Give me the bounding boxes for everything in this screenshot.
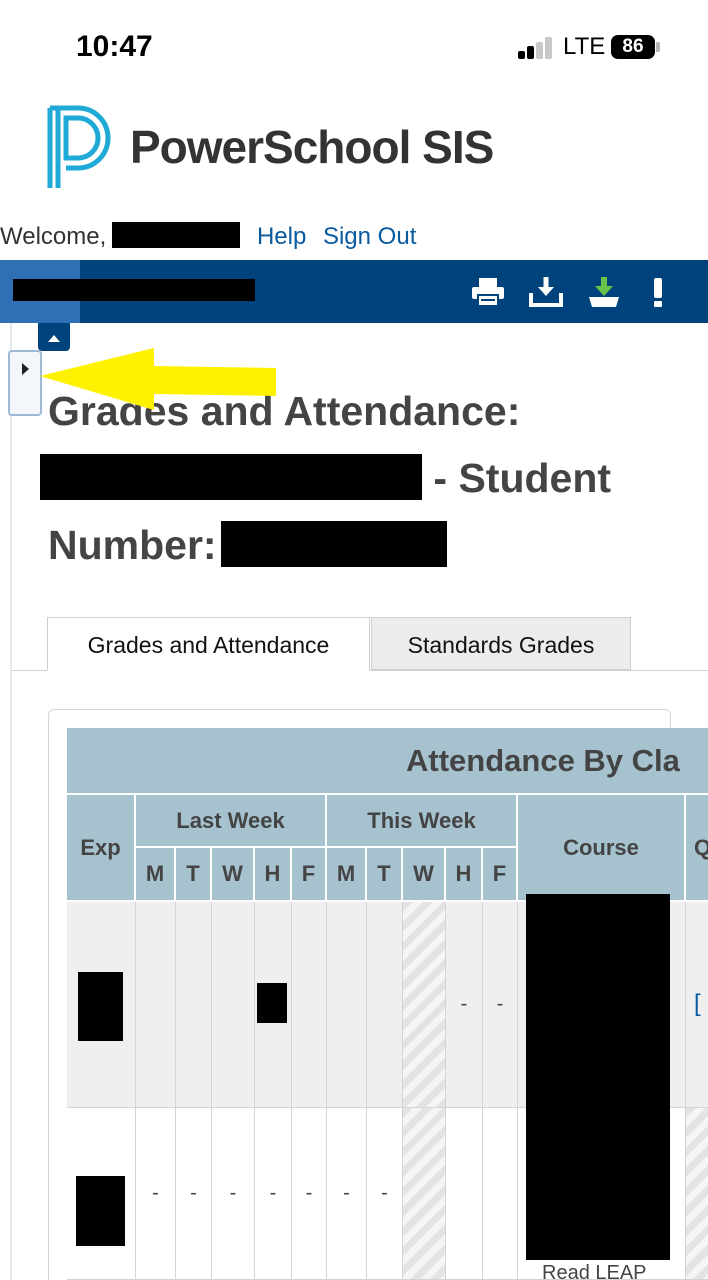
table-cell-next bbox=[686, 1108, 708, 1280]
course-name-fragment: Read LEAP bbox=[542, 1262, 647, 1280]
grade-link[interactable]: [ bbox=[694, 990, 701, 1018]
redacted-exp bbox=[76, 1176, 125, 1246]
table-cell-today[interactable] bbox=[403, 902, 446, 1108]
table-cell[interactable]: - bbox=[327, 1108, 367, 1280]
day-header: M bbox=[327, 848, 367, 902]
day-header: T bbox=[367, 848, 403, 902]
redacted-student-name bbox=[40, 454, 422, 500]
day-header: W bbox=[212, 848, 255, 902]
table-cell-today[interactable] bbox=[403, 1108, 446, 1280]
redacted-school-name bbox=[13, 279, 255, 301]
table-cell[interactable] bbox=[176, 902, 212, 1108]
battery-icon: 86 bbox=[611, 35, 655, 59]
day-header: H bbox=[446, 848, 483, 902]
day-header: F bbox=[483, 848, 518, 902]
download-icon[interactable] bbox=[528, 275, 564, 309]
day-header: F bbox=[292, 848, 327, 902]
expand-sidebar-button[interactable] bbox=[8, 350, 42, 416]
sign-out-link[interactable]: Sign Out bbox=[323, 223, 416, 250]
alert-icon[interactable] bbox=[640, 275, 676, 309]
day-header: W bbox=[403, 848, 446, 902]
redacted-student-number bbox=[220, 521, 447, 567]
tab-standards-grades[interactable]: Standards Grades bbox=[371, 617, 631, 670]
powerschool-logo-icon bbox=[47, 105, 111, 188]
day-header: H bbox=[255, 848, 292, 902]
redacted-attendance-code bbox=[257, 983, 287, 1023]
title-line-3: Number: bbox=[48, 512, 688, 579]
yellow-arrow-icon bbox=[40, 348, 276, 410]
table-cell[interactable]: - bbox=[212, 1108, 255, 1280]
table-cell[interactable]: - bbox=[483, 902, 518, 1108]
day-header: T bbox=[176, 848, 212, 902]
battery-tip bbox=[656, 42, 660, 52]
table-cell[interactable] bbox=[483, 1108, 518, 1280]
status-bar: 10:47 LTE 86 bbox=[0, 0, 708, 95]
table-cell[interactable]: - bbox=[292, 1108, 327, 1280]
redacted-course bbox=[526, 894, 670, 1260]
help-link[interactable]: Help bbox=[257, 223, 306, 250]
table-cell[interactable] bbox=[367, 902, 403, 1108]
sidebar-edge bbox=[10, 323, 12, 1280]
tab-grades-and-attendance[interactable]: Grades and Attendance bbox=[47, 617, 370, 671]
title-student-label: - Student bbox=[433, 455, 612, 501]
title-number-label: Number: bbox=[48, 522, 217, 568]
welcome-row: Welcome, Help Sign Out bbox=[0, 222, 416, 251]
download-green-icon[interactable] bbox=[586, 275, 622, 309]
table-cell[interactable]: - bbox=[367, 1108, 403, 1280]
table-cell[interactable]: - bbox=[446, 902, 483, 1108]
table-cell[interactable] bbox=[446, 1108, 483, 1280]
table-cell[interactable] bbox=[136, 902, 176, 1108]
redacted-exp bbox=[78, 972, 123, 1041]
header-last-week: Last Week bbox=[136, 795, 327, 848]
printer-icon[interactable] bbox=[470, 275, 506, 309]
header-next-column: Q bbox=[686, 795, 708, 902]
brand-name: PowerSchool SIS bbox=[130, 121, 494, 173]
table-caption: Attendance By Cla bbox=[67, 728, 708, 795]
title-line-2: - Student bbox=[40, 445, 688, 512]
table-cell[interactable] bbox=[292, 902, 327, 1108]
header-exp: Exp bbox=[67, 795, 136, 902]
table-cell[interactable] bbox=[327, 902, 367, 1108]
table-cell[interactable]: - bbox=[136, 1108, 176, 1280]
table-cell[interactable]: - bbox=[176, 1108, 212, 1280]
header-this-week: This Week bbox=[327, 795, 518, 848]
collapse-header-button[interactable] bbox=[38, 323, 70, 351]
redacted-user-name bbox=[112, 222, 241, 248]
welcome-label: Welcome, bbox=[0, 223, 107, 250]
signal-icon bbox=[518, 37, 554, 59]
header-course: Course bbox=[518, 795, 686, 902]
day-header: M bbox=[136, 848, 176, 902]
table-cell[interactable]: - bbox=[255, 1108, 292, 1280]
status-time: 10:47 bbox=[76, 30, 153, 63]
table-cell[interactable] bbox=[212, 902, 255, 1108]
network-label: LTE bbox=[563, 33, 606, 60]
